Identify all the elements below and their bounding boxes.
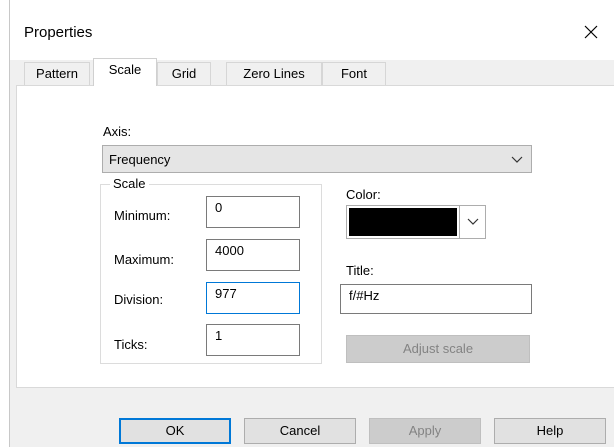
chevron-down-icon bbox=[511, 156, 523, 163]
color-picker[interactable] bbox=[346, 205, 486, 239]
window-title: Properties bbox=[24, 24, 93, 41]
axis-label: Axis: bbox=[103, 124, 132, 139]
tab-pattern[interactable]: Pattern bbox=[24, 62, 90, 86]
maximum-field[interactable]: 4000 bbox=[206, 239, 300, 271]
ticks-label: Ticks: bbox=[114, 337, 148, 352]
tab-scale[interactable]: Scale bbox=[93, 58, 157, 86]
title-field[interactable]: f/#Hz bbox=[340, 284, 532, 314]
minimum-field[interactable]: 0 bbox=[206, 196, 300, 228]
apply-button[interactable]: Apply bbox=[369, 418, 481, 444]
minimum-label: Minimum: bbox=[114, 208, 171, 223]
tab-zero-lines[interactable]: Zero Lines bbox=[226, 62, 322, 86]
maximum-label: Maximum: bbox=[114, 252, 174, 267]
adjust-scale-button[interactable]: Adjust scale bbox=[346, 335, 530, 363]
ok-button[interactable]: OK bbox=[119, 418, 231, 444]
tab-label: Pattern bbox=[36, 66, 78, 81]
color-label: Color: bbox=[346, 187, 381, 202]
ticks-field[interactable]: 1 bbox=[206, 324, 300, 356]
tab-font[interactable]: Font bbox=[322, 62, 386, 86]
tab-label: Scale bbox=[108, 62, 142, 77]
division-field[interactable]: 977 bbox=[206, 282, 300, 314]
axis-select-value: Frequency bbox=[109, 152, 171, 167]
help-button[interactable]: Help bbox=[494, 418, 606, 444]
tab-label: Zero Lines bbox=[243, 66, 305, 81]
cancel-button[interactable]: Cancel bbox=[244, 418, 356, 444]
scale-group-title: Scale bbox=[110, 176, 149, 191]
color-dropdown-button[interactable] bbox=[459, 206, 485, 238]
tab-label: Grid bbox=[171, 66, 197, 81]
color-swatch bbox=[349, 208, 457, 236]
tab-label: Font bbox=[340, 66, 367, 81]
tab-grid[interactable]: Grid bbox=[157, 62, 211, 86]
axis-select[interactable]: Frequency bbox=[102, 145, 532, 173]
division-label: Division: bbox=[114, 292, 164, 307]
chevron-down-icon bbox=[467, 218, 478, 225]
title-label: Title: bbox=[346, 263, 374, 278]
title-bar: Properties bbox=[10, 0, 614, 60]
close-button[interactable] bbox=[576, 17, 606, 47]
close-icon bbox=[584, 25, 598, 39]
